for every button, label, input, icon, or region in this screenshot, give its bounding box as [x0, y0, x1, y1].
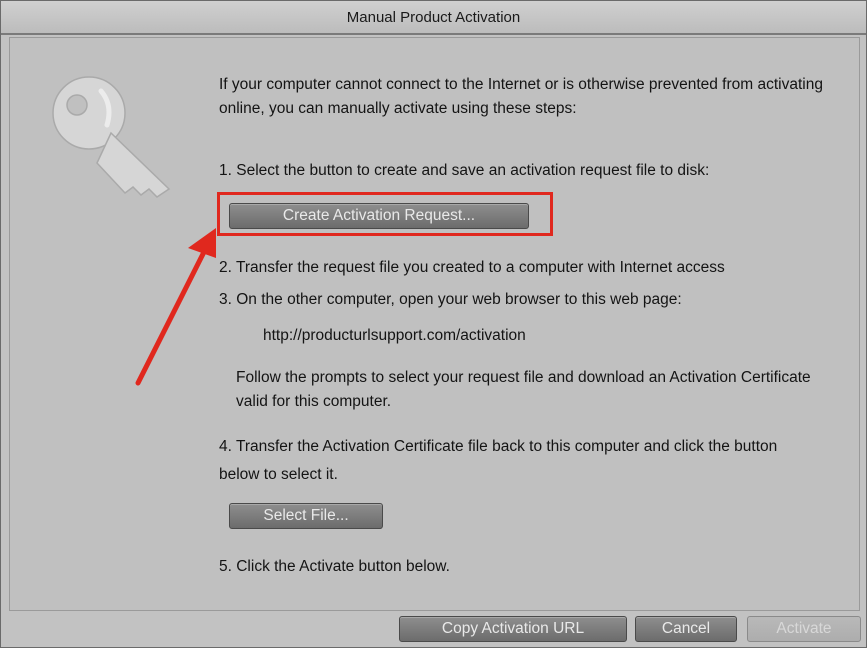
cancel-button[interactable]: Cancel [635, 616, 737, 642]
red-arrow-annotation [135, 228, 216, 386]
highlight-box [217, 192, 553, 236]
step-2-text: 2. Transfer the request file you created… [219, 259, 725, 276]
copy-activation-url-button[interactable]: Copy Activation URL [399, 616, 627, 642]
key-icon [52, 76, 171, 198]
activation-url: http://producturlsupport.com/activation [263, 327, 526, 344]
step-1-text: 1. Select the button to create and save … [219, 162, 710, 179]
step-5-text: 5. Click the Activate button below. [219, 558, 450, 575]
follow-prompts-text: Follow the prompts to select your reques… [236, 369, 811, 410]
dialog-title: Manual Product Activation [1, 1, 866, 35]
step-3-text: 3. On the other computer, open your web … [219, 291, 682, 308]
intro-text: If your computer cannot connect to the I… [219, 76, 823, 117]
step-4-text: 4. Transfer the Activation Certificate f… [219, 438, 778, 483]
select-file-button[interactable]: Select File... [229, 503, 383, 529]
activate-button[interactable]: Activate [747, 616, 861, 642]
